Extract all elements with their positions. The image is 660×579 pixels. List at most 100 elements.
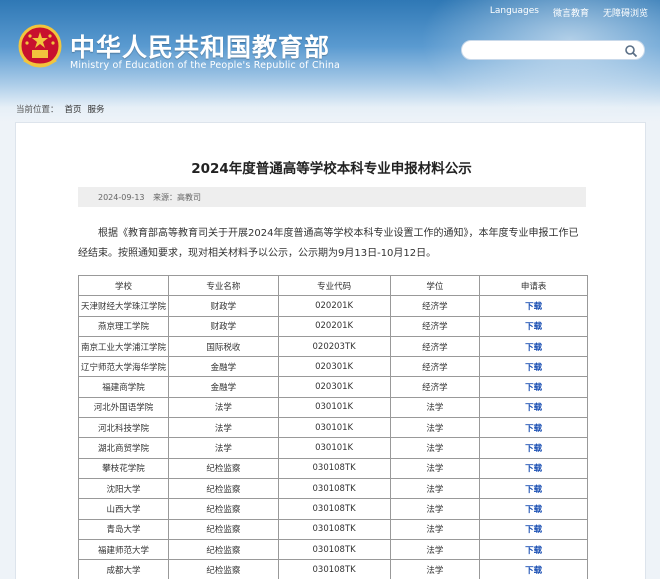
download-link[interactable]: 下载 xyxy=(479,376,588,398)
cell-school: 河北外国语学院 xyxy=(77,396,170,419)
cell-school: 河北科技学院 xyxy=(77,417,170,439)
cell-major: 纪检监察 xyxy=(168,518,279,540)
article-source: 来源：高教司 xyxy=(153,193,202,202)
cell-degree: 法学 xyxy=(389,396,481,419)
cell-degree: 经济学 xyxy=(389,376,481,398)
download-link[interactable]: 下载 xyxy=(479,457,588,479)
download-link[interactable]: 下载 xyxy=(479,559,588,579)
table-row: 河北外国语学院 法学 030101K 法学 下载 xyxy=(77,396,588,419)
download-link[interactable]: 下载 xyxy=(479,538,588,561)
download-link[interactable]: 下载 xyxy=(479,356,588,378)
table-body: 天津财经大学珠江学院 财政学 020201K 经济学 下载 燕京理工学院 财政学 020201… xyxy=(77,295,588,579)
cell-major: 法学 xyxy=(168,396,279,419)
table-row: 南京工业大学浦江学院 国际税收 020203TK 经济学 下载 xyxy=(77,335,588,358)
header-school: 学校 xyxy=(77,274,170,297)
cell-degree: 法学 xyxy=(389,498,481,520)
download-link[interactable]: 下载 xyxy=(479,417,588,439)
national-emblem-icon xyxy=(18,24,62,68)
weiyan-link[interactable]: 微言教育 xyxy=(553,6,589,19)
cell-code: 030101K xyxy=(277,417,391,439)
site-title-cn: 中华人民共和国教育部 xyxy=(70,33,331,62)
header-code: 专业代码 xyxy=(277,274,391,297)
cell-code: 020301K xyxy=(277,376,391,398)
cell-degree: 法学 xyxy=(389,477,481,500)
article-date: 2024-09-13 xyxy=(98,193,145,202)
breadcrumb-prefix: 当前位置： xyxy=(16,105,59,115)
table-row: 河北科技学院 法学 030101K 法学 下载 xyxy=(77,417,588,439)
breadcrumb-service[interactable]: 服务 xyxy=(88,105,105,115)
cell-code: 030108TK xyxy=(277,457,391,479)
cell-school: 辽宁师范大学海华学院 xyxy=(77,356,170,378)
cell-major: 纪检监察 xyxy=(168,538,279,561)
application-table: 学校 专业名称 专业代码 学位 申请表 天津财经大学珠江学院 财政学 020201K… xyxy=(77,274,588,579)
table-row: 攀枝花学院 纪检监察 030108TK 法学 下载 xyxy=(77,457,588,479)
cell-school: 燕京理工学院 xyxy=(77,315,170,337)
cell-major: 财政学 xyxy=(168,295,279,317)
download-link[interactable]: 下载 xyxy=(479,498,588,520)
cell-major: 纪检监察 xyxy=(168,477,279,500)
download-link[interactable]: 下载 xyxy=(479,396,588,419)
cell-major: 纪检监察 xyxy=(168,457,279,479)
site-title-en: Ministry of Education of the People's Re… xyxy=(70,60,341,71)
search-input[interactable] xyxy=(472,44,622,62)
download-link[interactable]: 下载 xyxy=(479,518,588,540)
site-header: Languages 微言教育 无障碍浏览 中华人民共和国教育部 Ministry… xyxy=(0,0,660,122)
cell-degree: 法学 xyxy=(389,518,481,540)
download-link[interactable]: 下载 xyxy=(479,477,588,500)
cell-degree: 法学 xyxy=(389,538,481,561)
cell-major: 纪检监察 xyxy=(168,498,279,520)
download-link[interactable]: 下载 xyxy=(479,315,588,337)
cell-degree: 法学 xyxy=(389,559,481,579)
cell-degree: 法学 xyxy=(389,457,481,479)
download-link[interactable]: 下载 xyxy=(479,437,588,459)
header-form: 申请表 xyxy=(479,274,588,297)
cell-code: 030108TK xyxy=(277,538,391,561)
cell-school: 南京工业大学浦江学院 xyxy=(77,335,170,358)
cell-major: 法学 xyxy=(168,417,279,439)
cell-code: 030108TK xyxy=(277,498,391,520)
table-header-row: 学校 专业名称 专业代码 学位 申请表 xyxy=(77,274,588,297)
article-body: 根据《教育部高等教育司关于开展2024年度普通高等学校本科专业设置工作的通知》，… xyxy=(78,228,579,259)
download-link[interactable]: 下载 xyxy=(479,335,588,358)
header-degree: 学位 xyxy=(389,274,481,297)
cell-code: 020201K xyxy=(277,295,391,317)
article-meta: 2024-09-13 来源：高教司 xyxy=(78,187,586,207)
cell-school: 山西大学 xyxy=(77,498,170,520)
cell-code: 020203TK xyxy=(277,335,391,358)
table-row: 成都大学 纪检监察 030108TK 法学 下载 xyxy=(77,559,588,579)
cell-major: 国际税收 xyxy=(168,335,279,358)
table-row: 福建师范大学 纪检监察 030108TK 法学 下载 xyxy=(77,538,588,561)
cell-major: 法学 xyxy=(168,437,279,459)
table-row: 山西大学 纪检监察 030108TK 法学 下载 xyxy=(77,498,588,520)
breadcrumb: 当前位置： 首页 服务 xyxy=(16,103,111,115)
cell-code: 030108TK xyxy=(277,559,391,579)
breadcrumb-home[interactable]: 首页 xyxy=(65,105,82,115)
cell-major: 金融学 xyxy=(168,376,279,398)
table-row: 沈阳大学 纪检监察 030108TK 法学 下载 xyxy=(77,477,588,500)
cell-code: 030101K xyxy=(277,437,391,459)
top-links: Languages 微言教育 无障碍浏览 xyxy=(490,6,648,19)
table-row: 辽宁师范大学海华学院 金融学 020301K 经济学 下载 xyxy=(77,356,588,378)
cell-school: 沈阳大学 xyxy=(77,477,170,500)
languages-link[interactable]: Languages xyxy=(490,6,539,19)
table-row: 湖北商贸学院 法学 030101K 法学 下载 xyxy=(77,437,588,459)
cell-degree: 经济学 xyxy=(389,356,481,378)
article-title: 2024年度普通高等学校本科专业申报材料公示 xyxy=(191,161,472,177)
search-icon[interactable] xyxy=(624,44,638,58)
cell-degree: 经济学 xyxy=(389,335,481,358)
cell-major: 财政学 xyxy=(168,315,279,337)
cell-degree: 经济学 xyxy=(389,315,481,337)
cell-code: 030108TK xyxy=(277,477,391,500)
cell-school: 福建师范大学 xyxy=(77,538,170,561)
accessibility-link[interactable]: 无障碍浏览 xyxy=(603,6,648,19)
header-major: 专业名称 xyxy=(168,274,279,297)
search-box xyxy=(461,40,645,62)
cell-school: 攀枝花学院 xyxy=(77,457,170,479)
download-link[interactable]: 下载 xyxy=(479,295,588,317)
cell-degree: 法学 xyxy=(389,437,481,459)
table-row: 天津财经大学珠江学院 财政学 020201K 经济学 下载 xyxy=(77,295,588,317)
cell-school: 湖北商贸学院 xyxy=(77,437,170,459)
table-row: 燕京理工学院 财政学 020201K 经济学 下载 xyxy=(77,315,588,337)
cell-school: 成都大学 xyxy=(77,559,170,579)
cell-code: 030108TK xyxy=(277,518,391,540)
